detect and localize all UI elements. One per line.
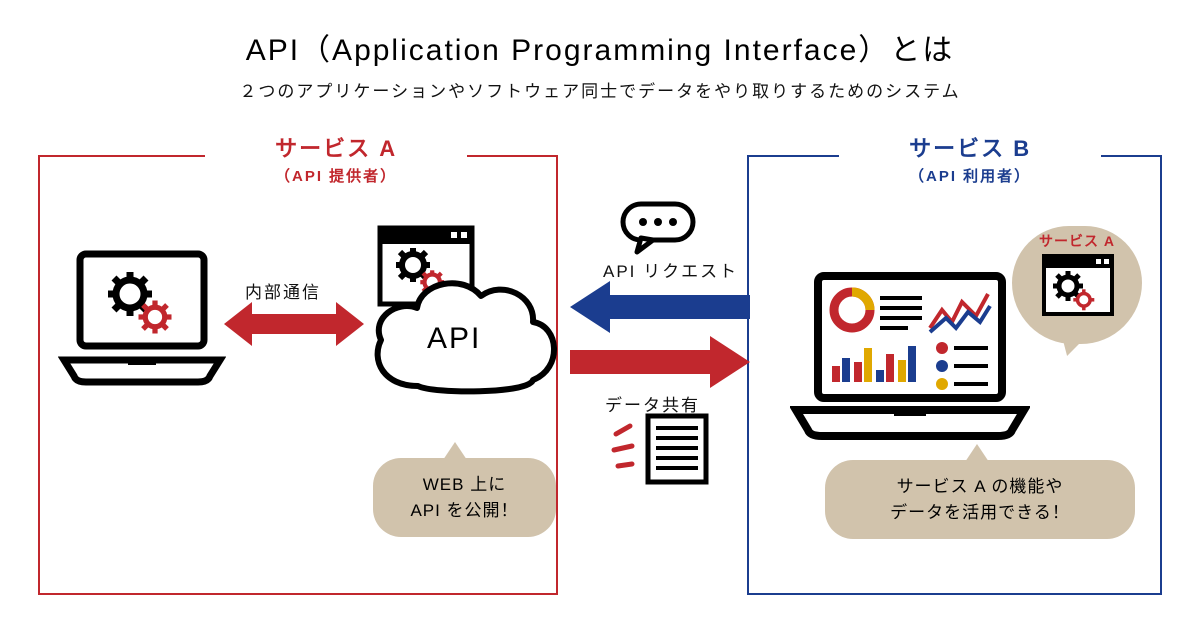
api-request-label: API リクエスト [603, 257, 738, 282]
arrow-left-icon [570, 281, 750, 333]
document-icon [610, 410, 720, 488]
callout-line: API を公開！ [410, 501, 518, 520]
service-b-role: （API 利用者） [909, 165, 1031, 186]
service-b-header: サービス B （API 利用者） [839, 131, 1101, 186]
gear-icon [139, 301, 172, 334]
dashboard-icon [832, 292, 990, 390]
diagram-subtitle: ２つのアプリケーションやソフトウェア同士でデータをやり取りするためのシステム [0, 77, 1200, 102]
laptop-consumer-icon [790, 270, 1030, 442]
service-a-header: サービス A （API 提供者） [205, 131, 467, 186]
double-arrow-icon [224, 300, 364, 348]
arrow-right-icon [570, 336, 750, 388]
app-window-icon [1042, 254, 1114, 316]
mini-callout: サービス A [1012, 196, 1142, 344]
callout-line: サービス A の機能や [897, 477, 1064, 496]
service-b-name: サービス B [909, 131, 1031, 163]
diagram-title: API（Application Programming Interface）とは [0, 0, 1200, 69]
callout-line: WEB 上に [423, 475, 506, 494]
speech-bubble-icon [619, 200, 697, 256]
publish-api-callout: WEB 上に API を公開！ [373, 458, 556, 537]
service-a-name: サービス A [275, 131, 397, 163]
usage-callout: サービス A の機能や データを活用できる！ [825, 460, 1135, 539]
callout-line: データを活用できる！ [890, 503, 1070, 522]
internal-comm-label: 内部通信 [245, 278, 321, 303]
service-a-role: （API 提供者） [275, 165, 397, 186]
api-cloud-label: API [427, 322, 481, 356]
laptop-provider-icon [58, 248, 226, 388]
mini-callout-label: サービス A [1012, 231, 1142, 251]
